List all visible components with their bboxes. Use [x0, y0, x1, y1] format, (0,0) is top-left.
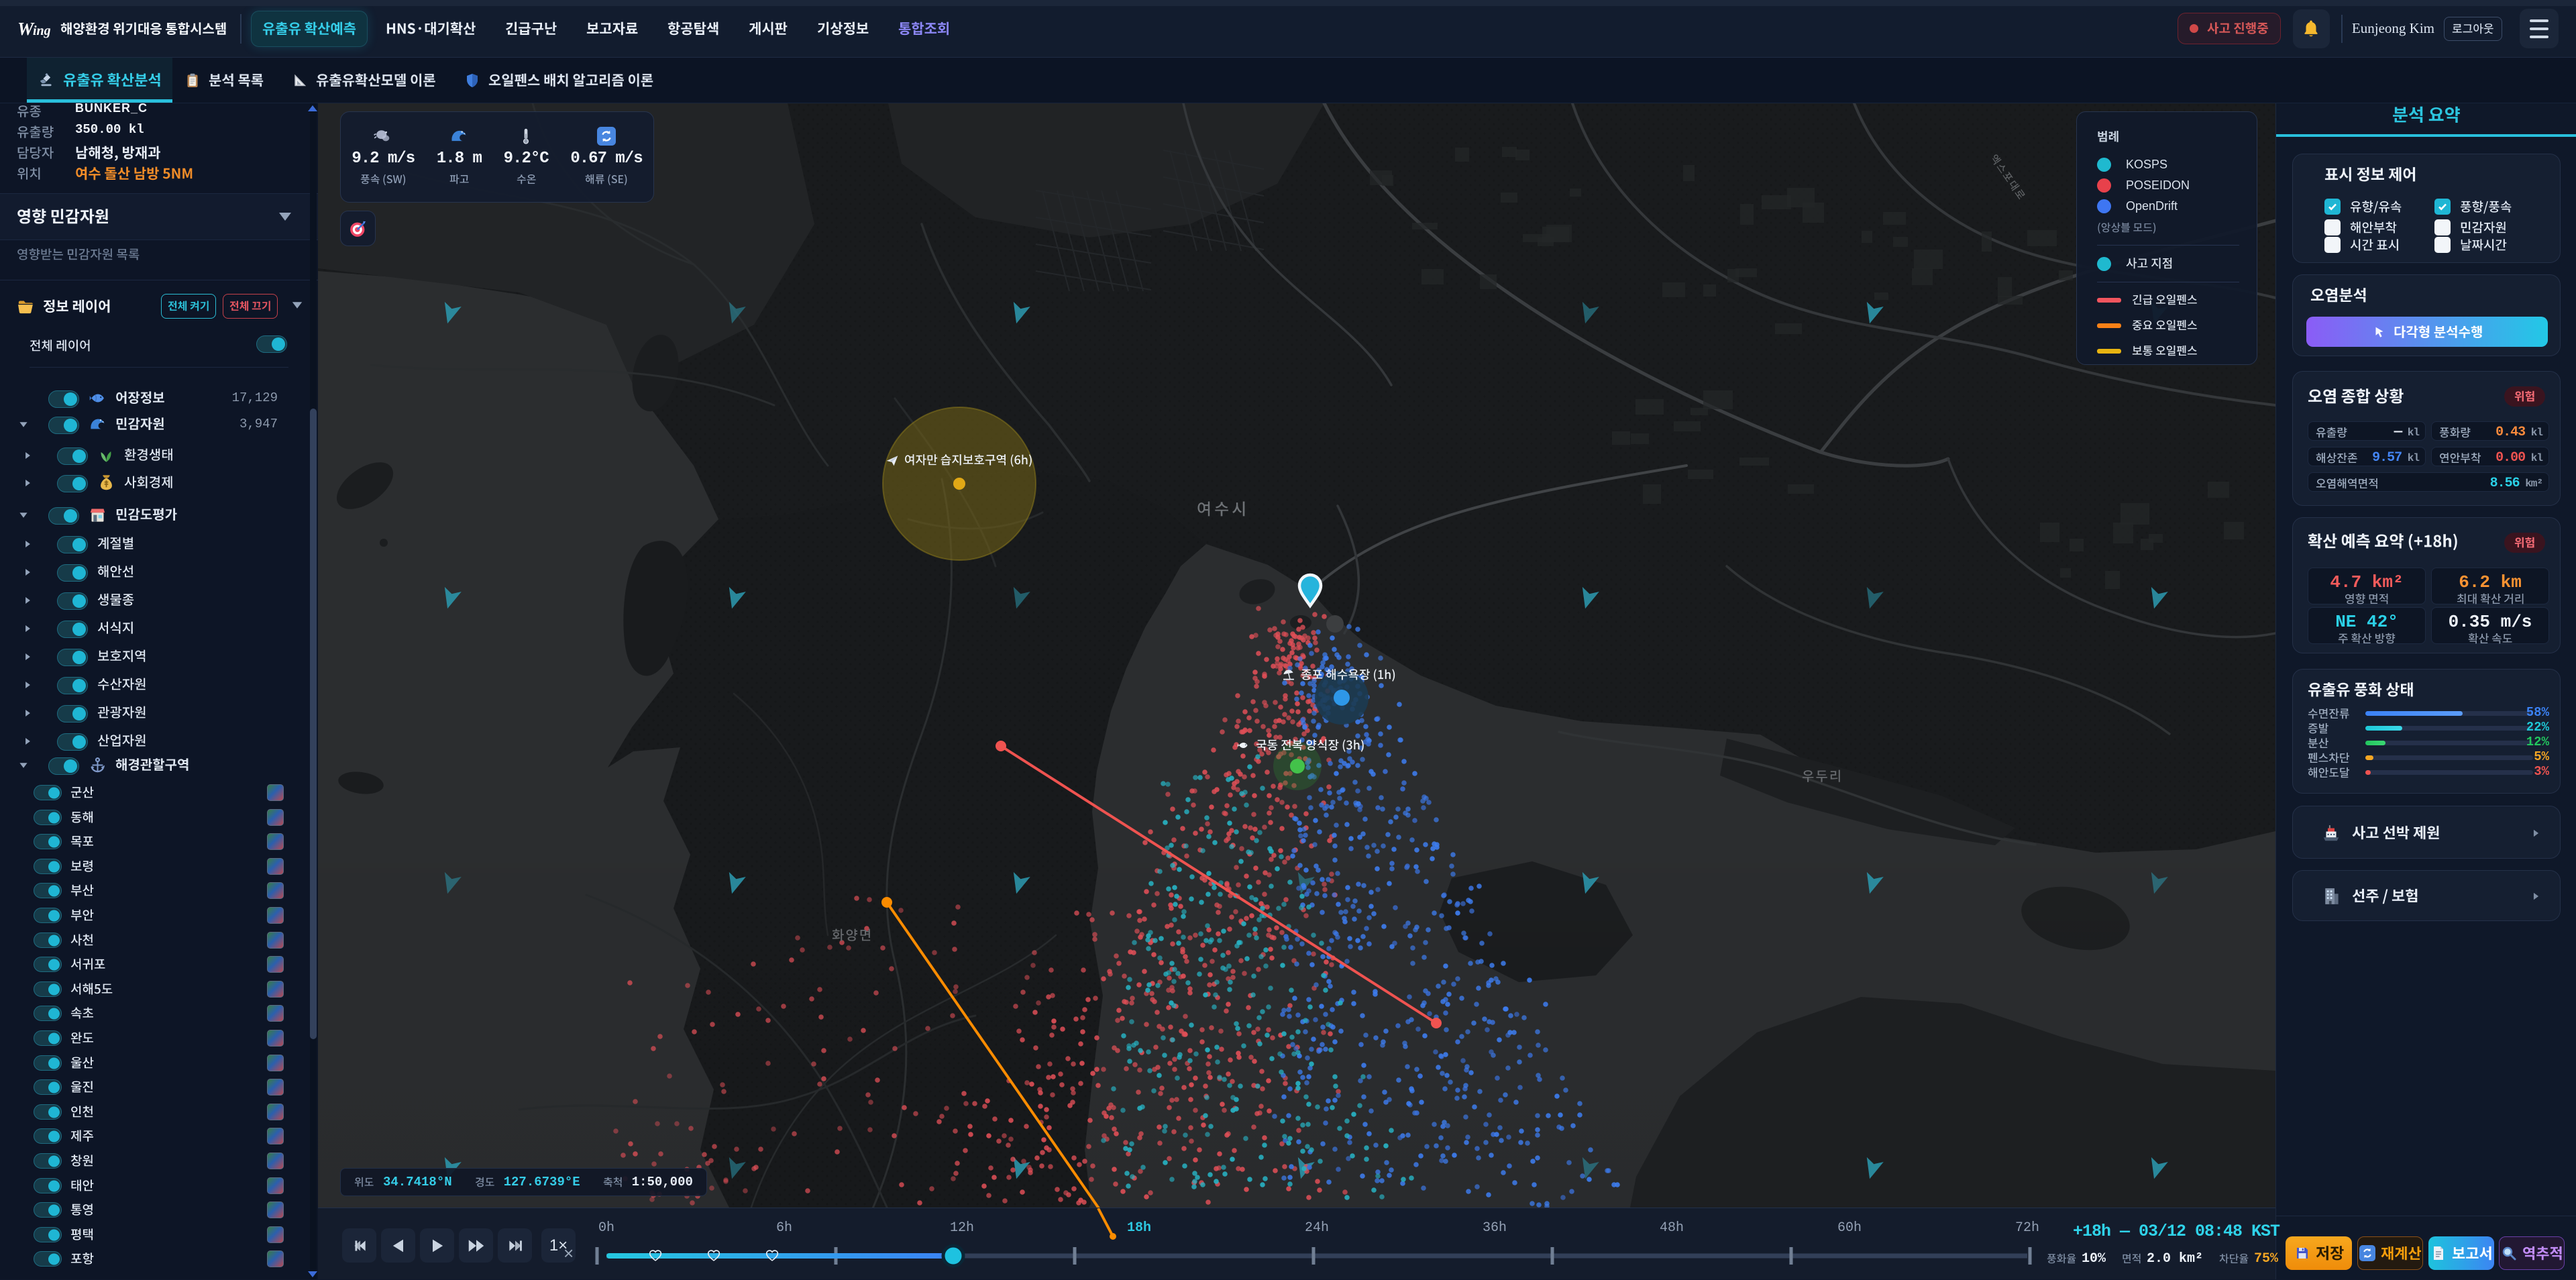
svg-text:ing: ing	[33, 23, 51, 38]
